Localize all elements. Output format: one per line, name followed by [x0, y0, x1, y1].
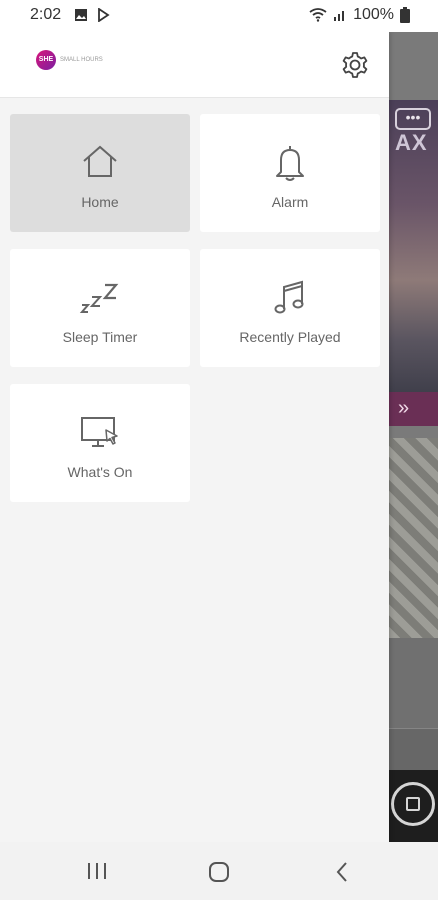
menu-item-label: Alarm — [271, 194, 309, 210]
menu-item-label: Recently Played — [239, 329, 341, 345]
stop-button — [391, 782, 435, 826]
chevron-right-icon: » — [398, 397, 410, 419]
background-hero-image: ••• AX — [389, 100, 438, 400]
background-app: ••• AX » — [389, 32, 438, 842]
background-artwork — [389, 438, 438, 638]
menu-item-label: Sleep Timer — [62, 329, 138, 345]
menu-item-recently-played[interactable]: Recently Played — [200, 249, 380, 367]
menu-item-whats-on[interactable]: What's On — [10, 384, 190, 502]
background-player-bar — [389, 770, 438, 842]
system-navigation-bar — [0, 842, 438, 900]
menu-item-sleep-timer[interactable]: Sleep Timer — [10, 249, 190, 367]
signal-icon — [334, 11, 345, 21]
logo-mark: SHE — [36, 50, 56, 70]
image-icon — [75, 9, 87, 21]
gear-icon[interactable] — [340, 50, 370, 80]
status-bar: 2:02 100% — [0, 0, 438, 32]
monitor-cursor-icon — [81, 417, 118, 447]
battery-icon — [400, 7, 410, 23]
background-header — [389, 32, 438, 100]
menu-item-label: Home — [81, 194, 119, 210]
battery-percent: 100% — [353, 6, 394, 23]
app-logo: SHE SMALL HOURS — [36, 50, 103, 70]
home-icon — [83, 145, 117, 177]
menu-item-home[interactable]: Home — [10, 114, 190, 232]
menu-item-alarm[interactable]: Alarm — [200, 114, 380, 232]
logo-subtext: SMALL HOURS — [60, 57, 103, 63]
play-icon — [98, 8, 110, 22]
background-accent-bar: » — [389, 392, 438, 426]
background-hero-text: AX — [395, 130, 428, 155]
navigation-drawer: SHE SMALL HOURS Home Alarm Sleep Timer R… — [0, 32, 389, 842]
drawer-header: SHE SMALL HOURS — [0, 32, 389, 98]
status-time: 2:02 — [30, 6, 62, 23]
stop-icon — [406, 797, 420, 811]
background-more-button: ••• — [395, 108, 431, 130]
sleep-icon — [79, 283, 119, 313]
home-button-icon[interactable] — [208, 861, 230, 883]
back-icon[interactable] — [334, 861, 350, 883]
recents-icon[interactable] — [86, 862, 108, 880]
menu-item-label: What's On — [67, 464, 133, 480]
music-note-icon — [274, 280, 304, 314]
wifi-icon — [309, 8, 327, 22]
bell-icon — [276, 146, 304, 181]
